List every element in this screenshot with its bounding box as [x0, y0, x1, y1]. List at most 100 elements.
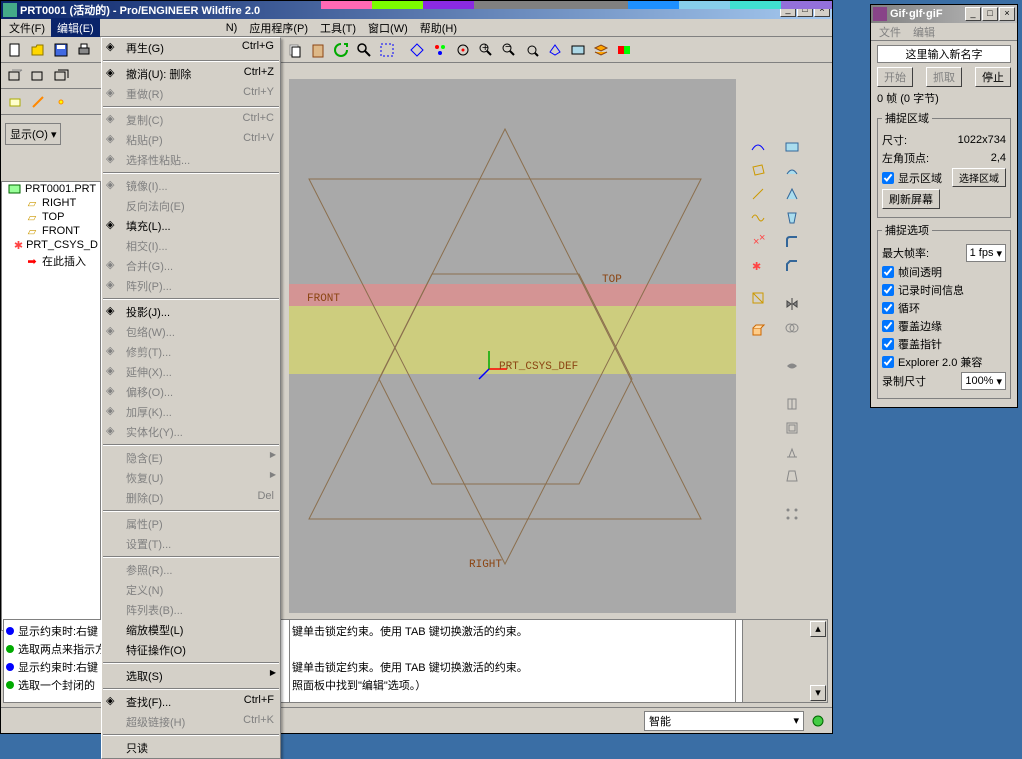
menu-8[interactable]: 窗口(W) [362, 18, 414, 38]
opt-check-3[interactable] [882, 320, 894, 332]
display-dropdown[interactable]: 显示(O) ▾ [5, 119, 61, 145]
line-button[interactable] [745, 182, 771, 206]
zoom-fit-button[interactable] [521, 39, 543, 61]
menu-1[interactable]: 编辑(E) [51, 18, 100, 38]
view-mode-1[interactable] [406, 39, 428, 61]
nohidden-button[interactable] [50, 65, 72, 87]
menu-0[interactable]: 文件(F) [3, 18, 51, 38]
menu-item-j[interactable]: ◈投影(J)... [102, 302, 280, 322]
spin-center-button[interactable] [452, 39, 474, 61]
view-mode-2[interactable] [429, 39, 451, 61]
copy-button[interactable] [284, 39, 306, 61]
grab-button[interactable]: 抓取 [926, 67, 962, 87]
open-button[interactable] [27, 39, 49, 61]
graphics-canvas[interactable]: TOP FRONT RIGHT PRT_CSYS_DEF [289, 79, 736, 613]
point-button[interactable]: ×× [745, 230, 771, 254]
style-button[interactable] [779, 354, 805, 378]
model-tree[interactable]: PRT0001.PRT ▱RIGHT▱TOP▱FRONT✱PRT_CSYS_D➡… [1, 181, 101, 631]
gif-maximize-button[interactable]: □ [982, 7, 998, 21]
opt-check-4[interactable] [882, 338, 894, 350]
opt-check-1[interactable] [882, 284, 894, 296]
spline-button[interactable] [745, 134, 771, 158]
menu-item-l[interactable]: 缩放模型(L) [102, 620, 280, 640]
refresh-button[interactable]: 刷新屏幕 [882, 189, 940, 209]
datum-plane-button[interactable] [4, 91, 26, 113]
tree-item-在此插入[interactable]: ➡在此插入 [2, 252, 100, 270]
chamfer-button[interactable] [779, 254, 805, 278]
tree-item-right[interactable]: ▱RIGHT [2, 196, 100, 210]
display-style-button[interactable] [613, 39, 635, 61]
menu-2[interactable] [100, 26, 140, 30]
datum-point-button[interactable] [50, 91, 72, 113]
hole-wizard-button[interactable] [779, 392, 805, 416]
csys-button[interactable]: ✱ [745, 254, 771, 278]
new-button[interactable] [4, 39, 26, 61]
sketch-button[interactable] [745, 286, 771, 310]
find-button[interactable] [353, 39, 375, 61]
mirror-tool-button[interactable] [779, 292, 805, 316]
menu-4[interactable] [180, 26, 220, 30]
wireframe-button[interactable] [4, 65, 26, 87]
menu-3[interactable] [140, 26, 180, 30]
draft-button[interactable] [779, 206, 805, 230]
gif-menu-edit[interactable]: 编辑 [907, 22, 941, 42]
paste-button[interactable] [307, 39, 329, 61]
select-area-button[interactable]: 选择区域 [952, 168, 1006, 187]
tree-root[interactable]: PRT0001.PRT [2, 182, 100, 196]
recsize-select[interactable]: 100%▾ [961, 372, 1006, 390]
saved-views-button[interactable] [567, 39, 589, 61]
menu-item-o[interactable]: 特征操作(O) [102, 640, 280, 660]
name-input[interactable]: 这里输入新名字 [877, 45, 1011, 63]
orient-button[interactable] [544, 39, 566, 61]
plane-button[interactable] [745, 158, 771, 182]
menu-5[interactable]: N) [220, 20, 244, 36]
shell-button[interactable] [779, 158, 805, 182]
stop-button[interactable]: 停止 [975, 67, 1011, 87]
proe-titlebar[interactable]: PRT0001 (活动的) - Pro/ENGINEER Wildfire 2.… [1, 1, 832, 19]
extrude-button[interactable] [745, 318, 771, 342]
message-scrollbar[interactable]: ▴ ▾ [742, 619, 828, 703]
hidden-button[interactable] [27, 65, 49, 87]
filter-select[interactable]: 智能▾ [644, 711, 804, 731]
menu-9[interactable]: 帮助(H) [414, 18, 463, 38]
menu-7[interactable]: 工具(T) [314, 18, 362, 38]
rib-button[interactable] [779, 182, 805, 206]
round-button[interactable] [779, 230, 805, 254]
select-button[interactable] [376, 39, 398, 61]
opt-check-5[interactable] [882, 356, 894, 368]
gif-close-button[interactable]: × [999, 7, 1015, 21]
pattern-tool-button[interactable] [779, 502, 805, 526]
print-button[interactable] [73, 39, 95, 61]
zoom-out-button[interactable]: − [498, 39, 520, 61]
curve-button[interactable] [745, 206, 771, 230]
gif-menu-file[interactable]: 文件 [873, 22, 907, 42]
regen-button[interactable] [330, 39, 352, 61]
menu-item-f[interactable]: ◈查找(F)...Ctrl+F [102, 692, 280, 712]
merge-tool-button[interactable] [779, 316, 805, 340]
zoom-in-button[interactable]: + [475, 39, 497, 61]
hole-button[interactable] [779, 134, 805, 158]
menu-item-[interactable]: 只读 [102, 738, 280, 758]
gif-minimize-button[interactable]: _ [965, 7, 981, 21]
layer-button[interactable] [590, 39, 612, 61]
menu-6[interactable]: 应用程序(P) [243, 18, 314, 38]
draft-tool-button[interactable] [779, 464, 805, 488]
tree-item-front[interactable]: ▱FRONT [2, 224, 100, 238]
save-button[interactable] [50, 39, 72, 61]
show-area-checkbox[interactable] [882, 172, 894, 184]
tree-item-prt_csys_d[interactable]: ✱PRT_CSYS_D [2, 238, 100, 252]
gif-titlebar[interactable]: Gif·gIf·giF _ □ × [871, 5, 1017, 23]
maxrate-select[interactable]: 1 fps ▾ [966, 244, 1006, 262]
menu-item-g[interactable]: ◈再生(G)Ctrl+G [102, 38, 280, 58]
menu-item-l[interactable]: ◈填充(L)... [102, 216, 280, 236]
opt-check-2[interactable] [882, 302, 894, 314]
datum-axis-button[interactable] [27, 91, 49, 113]
shell-tool-button[interactable] [779, 416, 805, 440]
start-button[interactable]: 开始 [877, 67, 913, 87]
rib-tool-button[interactable] [779, 440, 805, 464]
menu-item-u[interactable]: ◈撤消(U): 删除Ctrl+Z [102, 64, 280, 84]
opt-check-0[interactable] [882, 266, 894, 278]
menu-item-b: 阵列表(B)... [102, 600, 280, 620]
menu-item-s[interactable]: 选取(S) [102, 666, 280, 686]
tree-item-top[interactable]: ▱TOP [2, 210, 100, 224]
